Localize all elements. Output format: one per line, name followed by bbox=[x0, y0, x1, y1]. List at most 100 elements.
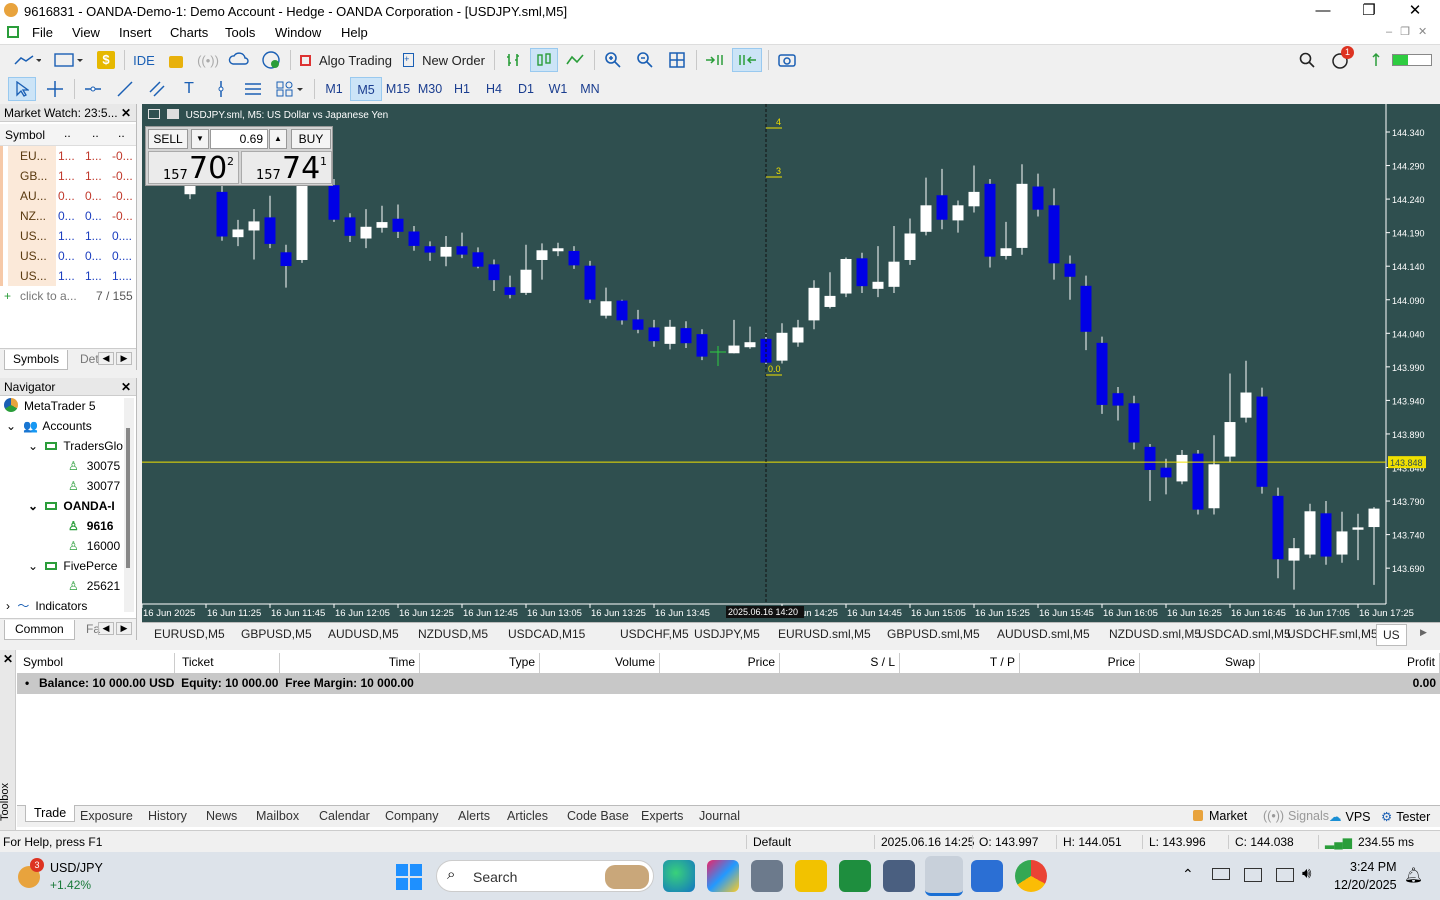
toolbox-tab[interactable]: History bbox=[148, 809, 187, 823]
column-header[interactable]: T / P bbox=[902, 653, 1020, 673]
search-icon[interactable] bbox=[1294, 48, 1320, 72]
metatrader-taskbar-icon[interactable] bbox=[925, 856, 963, 896]
column-header[interactable]: Price bbox=[662, 653, 780, 673]
tab-scroll-right[interactable]: ▶ bbox=[116, 622, 132, 635]
chart-type-icon[interactable] bbox=[10, 48, 44, 72]
chart-tab[interactable]: AUDUSD.sml,M5 bbox=[997, 627, 1090, 641]
lock-icon[interactable] bbox=[164, 48, 188, 72]
market-link[interactable]: Market bbox=[1193, 809, 1247, 823]
calculator-icon[interactable] bbox=[751, 860, 783, 892]
nav-server-tradersglo[interactable]: ⌄ TradersGlo bbox=[28, 436, 123, 456]
price-chart[interactable]: 144.340 144.290 144.240 144.190 144.140 144.0… bbox=[142, 104, 1440, 622]
toolbox-tab[interactable]: Alerts bbox=[458, 809, 490, 823]
signals-link[interactable]: ((•)) Signals bbox=[1263, 809, 1329, 823]
vps-link[interactable]: ☁ VPS bbox=[1329, 809, 1371, 824]
chart-tab[interactable]: NZDUSD,M5 bbox=[418, 627, 488, 641]
buy-button[interactable]: BUY bbox=[291, 129, 331, 149]
sell-button[interactable]: SELL bbox=[148, 129, 188, 149]
cloud-icon[interactable] bbox=[226, 48, 252, 72]
chart-tab[interactable]: USDCAD.sml,M5 bbox=[1198, 627, 1291, 641]
chart-tab[interactable]: GBPUSD.sml,M5 bbox=[887, 627, 980, 641]
tile-windows-icon[interactable] bbox=[664, 48, 690, 72]
horizontal-line-icon[interactable] bbox=[80, 77, 106, 101]
screenshot-icon[interactable] bbox=[774, 48, 800, 72]
menu-file[interactable]: File bbox=[32, 25, 53, 40]
column-header[interactable]: Profit bbox=[1262, 653, 1440, 673]
chart-tab[interactable]: NZDUSD.sml,M5 bbox=[1109, 627, 1201, 641]
display-icon[interactable] bbox=[1244, 868, 1262, 882]
status-profile[interactable]: Default bbox=[746, 835, 791, 849]
market-watch-row[interactable]: US... 0... 0... 0.... bbox=[0, 246, 136, 266]
mdi-controls[interactable]: ‒❐✕ bbox=[1386, 25, 1435, 38]
lot-decrease-button[interactable]: ▼ bbox=[191, 129, 209, 149]
app-icon[interactable] bbox=[883, 860, 915, 892]
bar-chart-icon[interactable] bbox=[500, 48, 526, 72]
market-watch-row[interactable]: AU... 0... 0... -0... bbox=[0, 186, 136, 206]
tf-d1[interactable]: D1 bbox=[510, 77, 542, 101]
add-symbol-row[interactable]: + click to a... 7 / 155 bbox=[0, 286, 136, 306]
tf-w1[interactable]: W1 bbox=[542, 77, 574, 101]
navigator-scrollbar[interactable] bbox=[124, 398, 134, 612]
chart-tab[interactable]: EURUSD,M5 bbox=[154, 627, 225, 641]
chevron-up-icon[interactable]: ⌃ bbox=[1182, 866, 1194, 883]
tab-scroll-right[interactable]: ▶ bbox=[116, 352, 132, 365]
new-order-button[interactable]: + New Order bbox=[400, 48, 488, 72]
tf-m30[interactable]: M30 bbox=[414, 77, 446, 101]
menu-insert[interactable]: Insert bbox=[119, 25, 152, 40]
nav-server-oanda[interactable]: ⌄ OANDA-I bbox=[28, 496, 115, 516]
stock-widget[interactable]: 3 USD/JPY +1.42% bbox=[16, 858, 136, 894]
minimize-button[interactable]: — bbox=[1300, 0, 1346, 22]
zoom-out-icon[interactable] bbox=[632, 48, 658, 72]
toolbox-tab[interactable]: Company bbox=[385, 809, 439, 823]
chart-tab[interactable]: AUDUSD,M5 bbox=[328, 627, 399, 641]
dollar-icon[interactable]: $ bbox=[94, 48, 118, 72]
toolbox-tab[interactable]: Mailbox bbox=[256, 809, 299, 823]
tab-scroll-left[interactable]: ◀ bbox=[98, 352, 114, 365]
vertical-line-icon[interactable] bbox=[208, 77, 234, 101]
menu-view[interactable]: View bbox=[72, 25, 100, 40]
fibonacci-icon[interactable] bbox=[240, 77, 266, 101]
notifications-icon[interactable]: 1 bbox=[1326, 46, 1354, 72]
status-ping[interactable]: ▂▄▆ 234.55 ms bbox=[1318, 835, 1414, 849]
nav-account-9616[interactable]: ♙ 9616 bbox=[68, 516, 113, 536]
nav-accounts[interactable]: ⌄ 👥 Accounts bbox=[6, 416, 92, 436]
nav-indicators[interactable]: › 〜 Indicators bbox=[6, 596, 87, 616]
shapes-icon[interactable] bbox=[272, 77, 308, 101]
chart-tab[interactable]: USDCHF.sml,M5 bbox=[1287, 627, 1378, 641]
close-icon[interactable]: ✕ bbox=[121, 104, 131, 122]
close-icon[interactable]: ✕ bbox=[3, 652, 13, 666]
chart-tab[interactable]: EURUSD.sml,M5 bbox=[778, 627, 871, 641]
sheets-icon[interactable] bbox=[839, 860, 871, 892]
file-explorer-icon[interactable] bbox=[795, 860, 827, 892]
tab-symbols[interactable]: Symbols bbox=[4, 350, 69, 370]
chart-tab-scroll-right[interactable]: ▶ bbox=[1420, 627, 1427, 638]
column-header[interactable]: Volume bbox=[542, 653, 660, 673]
buy-price[interactable]: 157 74 1 bbox=[241, 151, 332, 186]
market-watch-row[interactable]: GB... 1... 1... -0... bbox=[0, 166, 136, 186]
taskbar-search[interactable]: ⌕ Search bbox=[436, 860, 654, 892]
symbol-column-header[interactable]: Symbol bbox=[5, 128, 45, 142]
toolbox-tab[interactable]: Experts bbox=[641, 809, 683, 823]
cursor-icon[interactable] bbox=[8, 77, 36, 101]
toolbox-tab[interactable]: Exposure bbox=[80, 809, 133, 823]
keyboard-icon[interactable] bbox=[1212, 868, 1230, 880]
channel-icon[interactable] bbox=[144, 77, 170, 101]
tf-m15[interactable]: M15 bbox=[382, 77, 414, 101]
start-button[interactable] bbox=[396, 864, 422, 890]
lot-size-input[interactable]: 0.69 bbox=[210, 129, 268, 149]
chart-menu-icon[interactable] bbox=[148, 109, 160, 119]
nav-metatrader[interactable]: MetaTrader 5 bbox=[4, 396, 96, 416]
market-watch-row[interactable]: NZ... 0... 0... -0... bbox=[0, 206, 136, 226]
network-icon[interactable] bbox=[1276, 868, 1294, 882]
tf-h4[interactable]: H4 bbox=[478, 77, 510, 101]
column-header[interactable]: Price bbox=[1022, 653, 1140, 673]
tf-m5[interactable]: M5 bbox=[350, 77, 382, 101]
chart-tab[interactable]: USDCAD,M15 bbox=[508, 627, 585, 641]
market-watch-row[interactable]: US... 1... 1... 0.... bbox=[0, 226, 136, 246]
market-watch-row[interactable]: EU... 1... 1... -0... bbox=[0, 146, 136, 166]
chart-tab[interactable]: USDCHF,M5 bbox=[620, 627, 689, 641]
chart-tab[interactable]: USDJPY,M5 bbox=[694, 627, 760, 641]
signal-icon[interactable]: ((•)) bbox=[196, 48, 220, 72]
chart-tab[interactable]: US bbox=[1376, 624, 1407, 646]
tab-scroll-left[interactable]: ◀ bbox=[98, 622, 114, 635]
